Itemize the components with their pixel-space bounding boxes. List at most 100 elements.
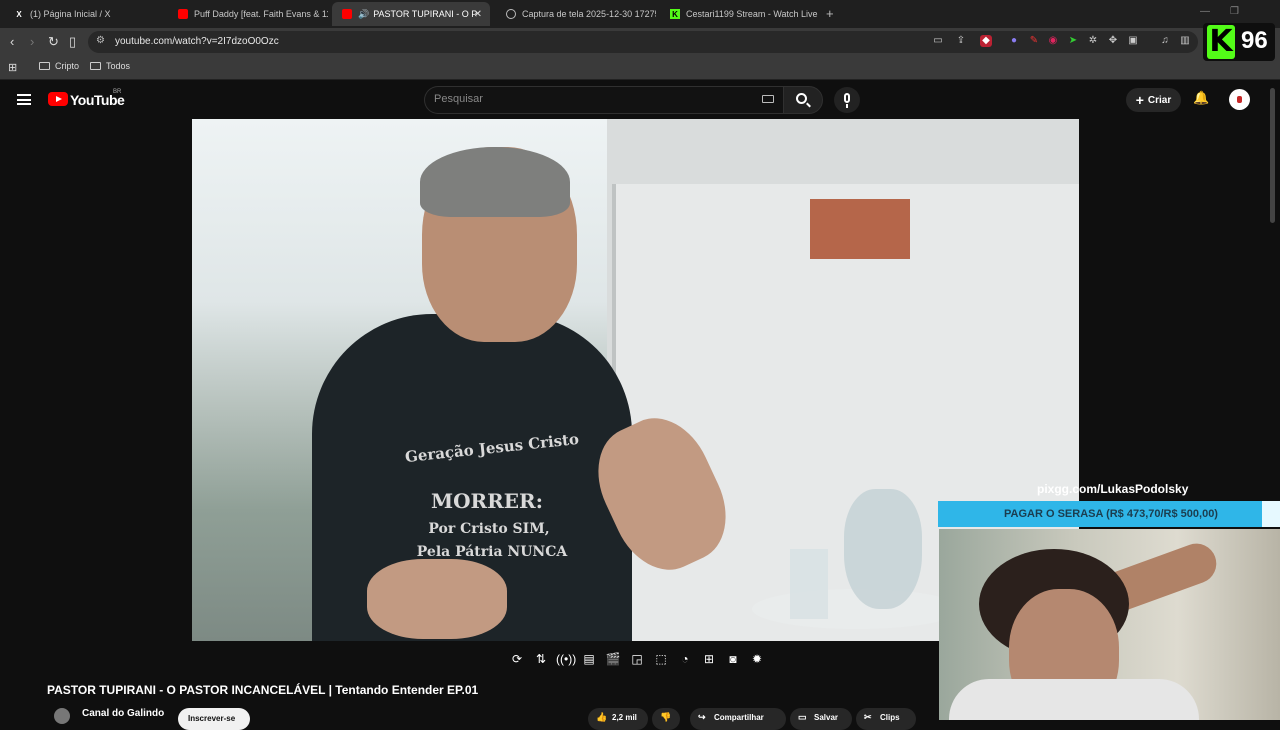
pip-icon[interactable]: ◲ <box>628 651 646 667</box>
speed-icon[interactable]: ◔ <box>676 651 694 667</box>
bookmark-label: Cripto <box>55 61 80 71</box>
kick-logo-icon: K <box>1207 25 1235 59</box>
tab-label: Captura de tela 2025-12-30 172756. <box>522 9 656 19</box>
forward-icon[interactable]: › <box>30 34 34 49</box>
puzzle-icon[interactable]: ✥ <box>1107 35 1119 47</box>
save-icon: ▭ <box>798 712 807 722</box>
bookmark-cripto[interactable]: Cripto <box>39 61 79 71</box>
share-button[interactable]: ↪ Compartilhar <box>690 708 786 730</box>
url-text[interactable]: youtube.com/watch?v=2I7dzoO0Ozc <box>115 36 279 47</box>
extension-arrow-icon[interactable]: ➤ <box>1067 35 1079 47</box>
shirt-text: Por Cristo SIM, <box>428 521 550 537</box>
streamer-webcam <box>939 529 1280 720</box>
tab-label: Cestari1199 Stream - Watch Live on <box>686 9 820 19</box>
thumbs-up-icon: 👍 <box>596 712 608 722</box>
country-code: BR <box>113 89 122 95</box>
reload-icon[interactable]: ↻ <box>48 34 59 50</box>
extension-pen-icon[interactable]: ✎ <box>1028 35 1040 47</box>
extension-gear-icon[interactable]: ✲ <box>1087 35 1099 47</box>
screenshot-icon[interactable]: ▣ <box>1127 35 1139 47</box>
tab-strip: X (1) Página Inicial / X Puff Daddy [fea… <box>0 0 1280 28</box>
site-info-icon[interactable]: ⚙ <box>96 35 105 46</box>
apps-icon[interactable]: ⊞ <box>8 61 17 74</box>
tab-label: PASTOR TUPIRANI - O PASTO <box>373 9 477 19</box>
viewer-count-overlay: K 96 <box>1203 23 1275 61</box>
plus-icon: + <box>1135 92 1144 108</box>
search-placeholder: Pesquisar <box>434 93 483 105</box>
tab-x[interactable]: X (1) Página Inicial / X <box>4 2 164 26</box>
sidebar-icon[interactable]: ▥ <box>1179 35 1191 47</box>
create-button[interactable]: + Criar <box>1126 88 1181 112</box>
youtube-icon <box>342 9 352 19</box>
like-count: 2,2 mil <box>612 713 637 722</box>
kick-icon: K <box>670 9 680 19</box>
cast-icon[interactable]: ▭ <box>932 35 944 47</box>
create-label: Criar <box>1147 94 1172 106</box>
pix-link: pixgg.com/LukasPodolsky <box>1037 482 1189 496</box>
save-button[interactable]: ▭ Salvar <box>790 708 852 730</box>
bookmarks-bar <box>0 56 1280 80</box>
restore-icon[interactable]: ❐ <box>1230 6 1239 17</box>
camera-icon[interactable]: ◙ <box>724 651 742 667</box>
player-extension-controls: ⟳ ⇅ ((•)) ▤ 🎬 ◲ ⬚ ◔ ⊞ ◙ ✹ <box>502 648 768 670</box>
tab-label: Puff Daddy [feat. Faith Evans & 112] <box>194 9 328 19</box>
back-icon[interactable]: ‹ <box>10 34 14 49</box>
broadcast-icon[interactable]: ((•)) <box>556 651 576 667</box>
x-icon: X <box>16 9 22 19</box>
tab-pastor-tupirani[interactable]: 🔊 PASTOR TUPIRANI - O PASTO ✕ <box>332 2 490 26</box>
menu-icon[interactable] <box>17 94 31 105</box>
add-icon[interactable]: ⊞ <box>700 651 718 667</box>
video-glass <box>790 549 828 619</box>
scissors-icon: ✂ <box>864 712 872 722</box>
video-person-hand <box>367 559 507 639</box>
clip-button[interactable]: ✂ Clips <box>856 708 916 730</box>
tab-kick-stream[interactable]: K Cestari1199 Stream - Watch Live on <box>660 2 820 26</box>
filter-icon[interactable]: ▤ <box>580 651 598 667</box>
dislike-button[interactable]: 👎 <box>652 708 680 730</box>
video-shelf <box>810 199 910 259</box>
folder-icon <box>39 62 50 70</box>
notifications-icon[interactable]: 🔔 <box>1193 91 1209 105</box>
donation-goal-bar: PAGAR O SERASA (R$ 473,70/R$ 500,00) <box>938 501 1280 527</box>
share-label: Compartilhar <box>714 713 764 722</box>
voice-search-icon[interactable] <box>834 87 860 113</box>
video-person-hair <box>420 147 570 217</box>
folder-icon <box>90 62 101 70</box>
tab-puff-daddy[interactable]: Puff Daddy [feat. Faith Evans & 112] <box>168 2 328 26</box>
video-flask <box>844 489 922 609</box>
sort-icon[interactable]: ⇅ <box>532 651 550 667</box>
settings-icon[interactable]: ✹ <box>748 651 766 667</box>
crop-icon[interactable]: ⬚ <box>652 651 670 667</box>
close-tab-icon[interactable]: ✕ <box>474 9 482 20</box>
channel-name[interactable]: Canal do Galindo <box>82 708 164 719</box>
bookmark-todos[interactable]: Todos <box>90 61 130 71</box>
like-button[interactable]: 👍 2,2 mil <box>588 708 648 730</box>
extension-circle-icon[interactable]: ◉ <box>1047 35 1059 47</box>
channel-avatar[interactable] <box>54 708 70 724</box>
brave-shield-icon[interactable]: ◆ <box>980 35 992 47</box>
youtube-icon <box>178 9 188 19</box>
theater-icon[interactable]: 🎬 <box>604 651 622 667</box>
new-tab-icon[interactable]: + <box>826 6 834 21</box>
tab-label: (1) Página Inicial / X <box>30 9 111 19</box>
extension-icon[interactable]: ● <box>1008 35 1020 47</box>
music-icon[interactable]: ♫ <box>1159 35 1171 47</box>
youtube-logo-icon[interactable] <box>48 92 68 106</box>
donation-goal-text: PAGAR O SERASA (R$ 473,70/R$ 500,00) <box>1004 508 1218 520</box>
minimize-icon[interactable]: — <box>1200 6 1210 17</box>
share-icon[interactable]: ⇪ <box>955 35 967 47</box>
search-icon <box>796 93 807 104</box>
subscribe-button[interactable]: Inscrever-se <box>178 708 250 730</box>
keyboard-icon[interactable] <box>762 95 774 103</box>
shirt-text: Pela Pátria NUNCA <box>416 544 568 560</box>
bookmark-icon[interactable]: ▯ <box>69 34 76 50</box>
shirt-text: MORRER: <box>430 489 544 513</box>
avatar[interactable] <box>1229 89 1250 110</box>
loop-icon[interactable]: ⟳ <box>508 651 526 667</box>
tab-captura[interactable]: Captura de tela 2025-12-30 172756. <box>496 2 656 26</box>
scrollbar[interactable] <box>1270 88 1275 223</box>
clip-label: Clips <box>880 713 900 722</box>
globe-icon <box>506 9 516 19</box>
audio-icon: 🔊 <box>358 8 370 19</box>
video-title: PASTOR TUPIRANI - O PASTOR INCANCELÁVEL … <box>47 683 479 697</box>
